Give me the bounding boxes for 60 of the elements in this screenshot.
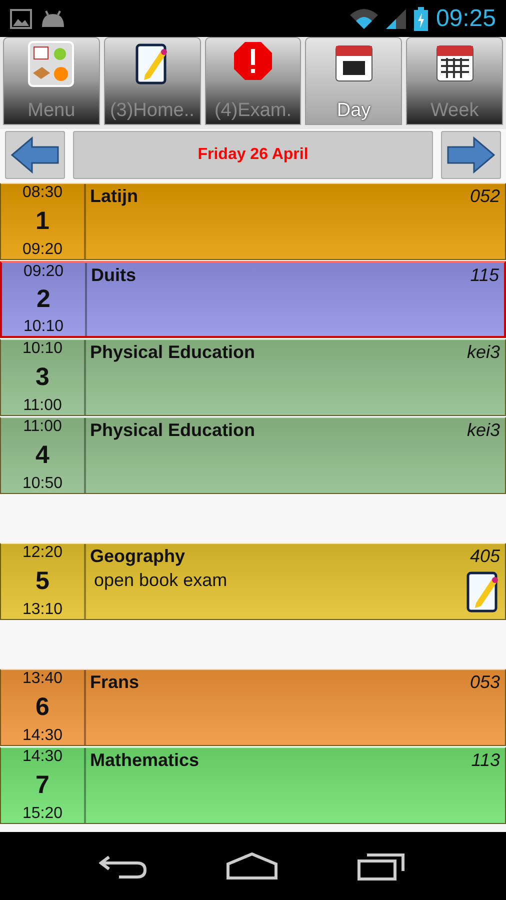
room-number: 405 xyxy=(470,546,500,567)
lesson-row[interactable]: 11:00 4 10:50 Physical Education kei3 xyxy=(0,417,506,494)
lesson-row[interactable]: 12:20 5 13:10 Geography 405 open book exam xyxy=(0,543,506,620)
end-time: 15:20 xyxy=(22,805,63,823)
left-arrow-icon xyxy=(10,136,60,174)
period-number: 2 xyxy=(36,285,50,314)
period-number: 3 xyxy=(36,363,50,392)
notepad-pencil-icon xyxy=(135,41,170,85)
subject-name: Frans xyxy=(90,672,140,693)
subject-name: Duits xyxy=(91,265,136,286)
room-number: 115 xyxy=(470,265,499,286)
image-icon xyxy=(10,8,32,28)
date-title: Friday 26 April xyxy=(73,131,433,179)
period-number: 7 xyxy=(36,771,50,800)
start-time: 09:20 xyxy=(23,263,64,281)
room-number: 052 xyxy=(470,186,500,207)
start-time: 10:10 xyxy=(22,340,63,358)
clock-time: 09:25 xyxy=(436,4,496,32)
lesson-note: open book exam xyxy=(94,570,228,591)
battery-icon xyxy=(414,6,428,30)
lesson-row[interactable]: 08:30 1 09:20 Latijn 052 xyxy=(0,183,506,260)
subject-name: Physical Education xyxy=(90,420,256,441)
start-time: 12:20 xyxy=(22,544,63,562)
right-arrow-icon xyxy=(446,136,496,174)
back-icon[interactable] xyxy=(99,853,148,879)
room-number: 053 xyxy=(470,672,500,693)
room-number: 113 xyxy=(471,750,500,771)
home-icon[interactable] xyxy=(226,852,278,880)
end-time: 11:00 xyxy=(23,397,62,415)
lesson-row[interactable]: 09:20 2 10:10 Duits 115 xyxy=(0,261,506,338)
start-time: 08:30 xyxy=(22,184,63,202)
previous-day-button[interactable] xyxy=(5,131,65,179)
period-number: 5 xyxy=(36,567,50,596)
period-number: 4 xyxy=(36,441,50,470)
lesson-row[interactable]: 10:10 3 11:00 Physical Education kei3 xyxy=(0,339,506,416)
lesson-row[interactable]: 13:40 6 14:30 Frans 053 xyxy=(0,669,506,746)
recent-apps-icon[interactable] xyxy=(356,851,407,881)
period-number: 1 xyxy=(36,207,50,236)
room-number: kei3 xyxy=(466,420,500,441)
end-time: 10:50 xyxy=(22,475,63,493)
menu-tiles-icon xyxy=(28,41,74,87)
end-time: 14:30 xyxy=(22,727,63,745)
subject-name: Latijn xyxy=(90,186,138,207)
warning-stop-icon xyxy=(232,41,273,81)
end-time: 13:10 xyxy=(22,601,63,619)
end-time: 09:20 xyxy=(22,241,63,259)
android-icon xyxy=(40,10,66,28)
next-day-button[interactable] xyxy=(441,131,501,179)
period-number: 6 xyxy=(36,693,50,722)
wifi-icon xyxy=(350,8,378,28)
start-time: 11:00 xyxy=(23,418,62,436)
signal-icon xyxy=(386,8,406,28)
subject-name: Mathematics xyxy=(90,750,200,771)
lesson-row[interactable]: 14:30 7 15:20 Mathematics 113 xyxy=(0,747,506,824)
start-time: 13:40 xyxy=(22,670,63,688)
start-time: 14:30 xyxy=(22,748,63,766)
end-time: 10:10 xyxy=(23,318,64,336)
room-number: kei3 xyxy=(466,342,500,363)
subject-name: Physical Education xyxy=(90,342,256,363)
subject-name: Geography xyxy=(90,546,186,567)
